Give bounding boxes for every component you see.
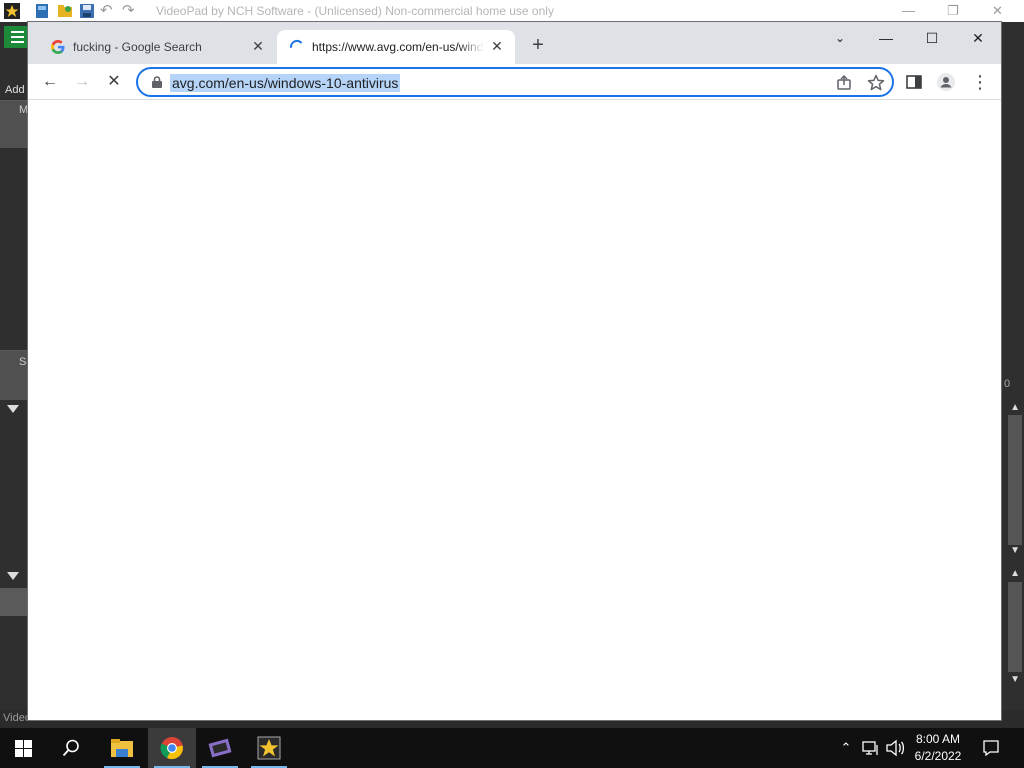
clock-date: 6/2/2022: [914, 749, 962, 763]
close-tab-icon[interactable]: ✕: [250, 38, 266, 54]
forward-icon[interactable]: →: [70, 70, 94, 94]
add-media-label[interactable]: Add: [5, 84, 25, 96]
share-icon[interactable]: [834, 73, 854, 93]
collapse-track-icon[interactable]: [7, 405, 19, 413]
taskbar-search-button[interactable]: [48, 728, 96, 768]
undo-icon[interactable]: ↶: [100, 1, 113, 19]
audio-scroll-up-icon[interactable]: ▲: [1010, 568, 1020, 579]
search-icon: [62, 739, 79, 757]
browser-toolbar: ← → ✕ avg.com/en-us/windows-10-antivirus: [28, 64, 1001, 100]
open-project-icon[interactable]: [57, 3, 73, 19]
vp-minimize-icon[interactable]: —: [902, 3, 915, 18]
notification-center-icon[interactable]: [982, 739, 1000, 757]
tab-title: https://www.avg.com/en-us/windows: [312, 40, 484, 54]
minimize-icon[interactable]: —: [874, 26, 898, 50]
chrome-menu-icon[interactable]: ⋮: [968, 70, 992, 94]
profile-avatar-icon[interactable]: [936, 72, 956, 92]
google-g-icon: [51, 40, 65, 54]
chrome-icon: [160, 737, 183, 760]
vp-close-icon[interactable]: ✕: [992, 3, 1003, 19]
taskbar-video-editor[interactable]: [196, 728, 244, 768]
new-tab-button[interactable]: +: [526, 34, 550, 58]
taskbar-chrome[interactable]: [148, 728, 196, 768]
collapse-audio-track-icon[interactable]: [7, 572, 19, 580]
windows-taskbar: ⌃ 8:00 AM 6/2/2022: [0, 728, 1024, 768]
page-content-area[interactable]: [28, 101, 1001, 720]
maximize-icon[interactable]: ☐: [920, 26, 944, 50]
file-explorer-icon: [111, 739, 133, 757]
scroll-up-icon[interactable]: ▲: [1010, 402, 1020, 413]
tab-search-icon[interactable]: ⌄: [828, 26, 852, 50]
lock-icon[interactable]: [150, 75, 164, 89]
video-editor-icon: [208, 738, 232, 758]
right-panel-value: 0: [1004, 378, 1011, 390]
address-bar[interactable]: avg.com/en-us/windows-10-antivirus: [136, 67, 894, 97]
audio-scroll-down-icon[interactable]: ▼: [1010, 674, 1020, 685]
back-icon[interactable]: ←: [38, 70, 62, 94]
taskbar-file-explorer[interactable]: [98, 728, 146, 768]
chrome-window: fucking - Google Search ✕ https://www.av…: [27, 21, 1002, 721]
tab-title: fucking - Google Search: [73, 40, 202, 54]
taskbar-videopad[interactable]: [245, 728, 293, 768]
videopad-icon: [257, 736, 281, 760]
scroll-down-icon[interactable]: ▼: [1010, 545, 1020, 556]
save-project-icon[interactable]: [79, 3, 95, 19]
timeline-scrollbar[interactable]: [1008, 415, 1022, 545]
loading-spinner-icon: [289, 39, 302, 48]
videopad-titlebar: ↶ ↷ VideoPad by NCH Software - (Unlicens…: [0, 0, 1024, 22]
tab-strip: fucking - Google Search ✕ https://www.av…: [28, 22, 1001, 64]
stop-loading-icon[interactable]: ✕: [102, 70, 126, 94]
windows-logo-icon: [15, 740, 32, 757]
network-icon[interactable]: [862, 739, 880, 757]
tab-avg-antivirus[interactable]: https://www.avg.com/en-us/windows ✕: [277, 30, 515, 64]
clock-time: 8:00 AM: [915, 732, 961, 746]
volume-icon[interactable]: [885, 739, 905, 757]
close-tab-icon[interactable]: ✕: [489, 38, 505, 54]
taskbar-clock[interactable]: 8:00 AM 6/2/2022: [907, 731, 969, 765]
videopad-logo-icon: [4, 3, 20, 19]
start-button[interactable]: [0, 728, 48, 768]
close-window-icon[interactable]: ✕: [966, 26, 990, 50]
side-panel-icon[interactable]: [904, 72, 924, 92]
bookmark-star-icon[interactable]: [866, 73, 886, 93]
audio-track-header: [0, 588, 28, 616]
vp-restore-icon[interactable]: ❐: [947, 3, 959, 19]
address-url[interactable]: avg.com/en-us/windows-10-antivirus: [170, 74, 401, 92]
videopad-window-title: VideoPad by NCH Software - (Unlicensed) …: [156, 4, 554, 18]
new-project-icon[interactable]: [34, 3, 50, 19]
show-hidden-icons-icon[interactable]: ⌃: [836, 738, 856, 758]
audio-scrollbar[interactable]: [1008, 582, 1022, 672]
tab-google-search[interactable]: fucking - Google Search ✕: [38, 30, 276, 64]
redo-icon[interactable]: ↷: [122, 1, 135, 19]
